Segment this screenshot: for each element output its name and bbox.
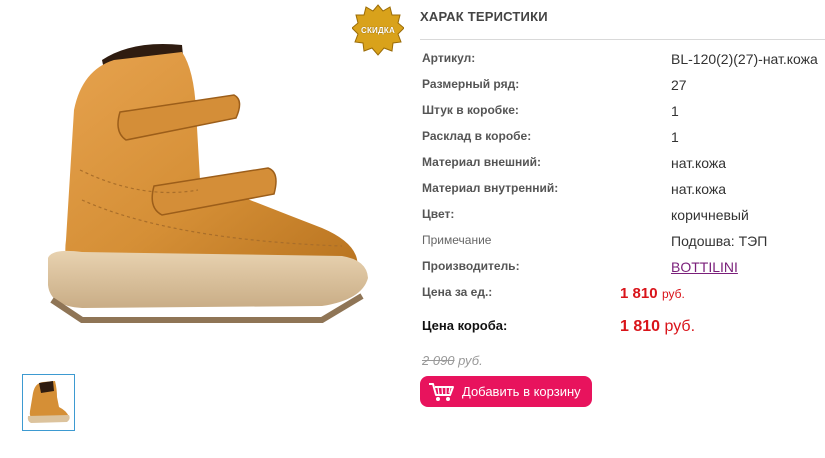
unit-price-value: 1 810 руб. [620,285,685,302]
old-price: 2 090 руб. [422,353,483,368]
spec-label: Примечание [422,233,492,247]
spec-row-size-range: Размерный ряд: 27 [420,77,825,97]
spec-label: Производитель: [422,259,520,273]
discount-badge: СКИДКА [352,4,404,56]
spec-label: Цвет: [422,207,455,221]
spec-label: Расклад в коробе: [422,129,532,143]
add-to-cart-label: Добавить в корзину [462,384,581,399]
spec-value: нат.кожа [671,181,727,197]
spec-value: 27 [671,77,687,93]
spec-value: Подошва: ТЭП [671,233,768,249]
spec-row-article: Артикул: BL-120(2)(27)-нат.кожа [420,51,825,71]
spec-value: 1 [671,103,679,119]
cart-icon [429,382,454,401]
spec-row-box-layout: Расклад в коробе: 1 [420,129,825,149]
spec-label: Материал внутренний: [422,181,559,195]
box-price-value: 1 810 руб. [620,318,696,335]
manufacturer-link[interactable]: BOTTILINI [671,259,738,275]
spec-label: Штук в коробке: [422,103,519,117]
box-price-label: Цена короба: [422,318,508,333]
spec-value: BL-120(2)(27)-нат.кожа [671,51,818,67]
spec-value: 1 [671,129,679,145]
title-divider [420,39,825,40]
product-main-image[interactable]: СКИДКА [22,0,404,368]
spec-label: Материал внешний: [422,155,542,169]
spec-row-note: Примечание Подошва: ТЭП [420,233,825,253]
product-thumbnail[interactable] [22,374,75,431]
spec-row-color: Цвет: коричневый [420,207,825,227]
unit-price-label: Цена за ед.: [422,285,493,299]
spec-value: коричневый [671,207,749,223]
characteristics-title: ХАРАК ТЕРИСТИКИ [420,9,548,24]
spec-value: нат.кожа [671,155,727,171]
spec-row-inner-material: Материал внутренний: нат.кожа [420,181,825,201]
spec-label: Артикул: [422,51,476,65]
spec-row-manufacturer: Производитель: BOTTILINI [420,259,825,279]
add-to-cart-button[interactable]: Добавить в корзину [420,376,592,407]
badge-label: СКИДКА [361,25,395,35]
spec-row-pieces-per-box: Штук в коробке: 1 [420,103,825,123]
spec-row-outer-material: Материал внешний: нат.кожа [420,155,825,175]
spec-label: Размерный ряд: [422,77,520,91]
